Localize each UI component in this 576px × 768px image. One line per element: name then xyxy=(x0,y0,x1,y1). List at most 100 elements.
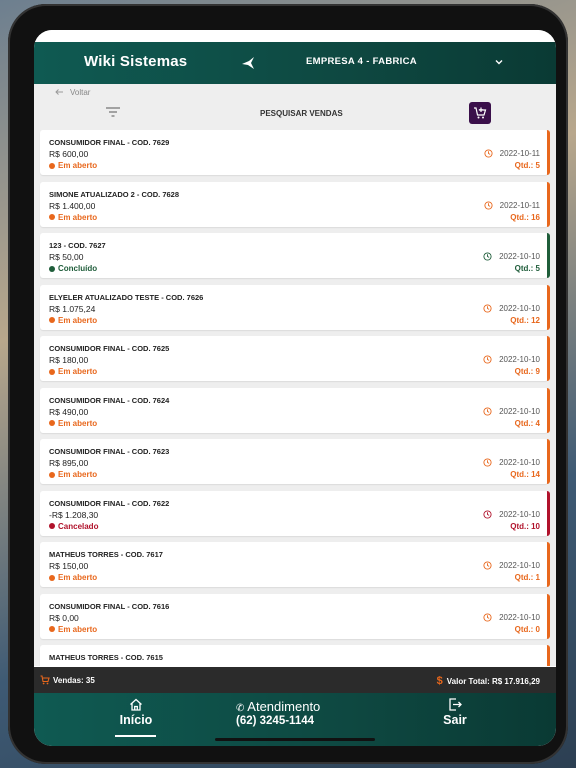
sale-title: 123 - COD. 7627 xyxy=(49,241,106,250)
sale-status-label: Concluído xyxy=(58,264,98,273)
status-color-bar xyxy=(547,645,550,666)
phone-icon: ✆ xyxy=(236,703,245,714)
sale-amount: R$ 895,00 xyxy=(49,458,89,468)
sale-date-label: 2022-10-11 xyxy=(499,149,540,158)
sales-count: Vendas: 35 xyxy=(40,675,95,685)
app-screen: Wiki Sistemas EMPRESA 4 - FABRICA Voltar… xyxy=(34,30,556,746)
tab-home[interactable]: Início xyxy=(115,698,156,737)
sale-date-label: 2022-10-10 xyxy=(499,458,540,467)
sale-status-label: Em aberto xyxy=(58,315,98,325)
tab-support[interactable]: ✆ Atendimento (62) 3245-1144 xyxy=(236,699,320,727)
sale-status: Em aberto xyxy=(49,367,97,376)
sale-date-label: 2022-10-10 xyxy=(499,612,540,622)
sale-date-label: 2022-10-10 xyxy=(499,509,540,519)
status-dot-icon xyxy=(49,162,55,169)
active-tab-indicator xyxy=(115,735,156,737)
clock-icon xyxy=(484,149,493,158)
sale-amount: R$ 490,00 xyxy=(49,406,89,417)
sale-card[interactable]: CONSUMIDOR FINAL - COD. 7622 -R$ 1.208,30… xyxy=(40,490,550,536)
clock-icon xyxy=(483,561,492,570)
status-dot-icon xyxy=(49,317,55,323)
sale-amount: R$ 600,00 xyxy=(49,149,89,159)
sale-date-label: 2022-10-10 xyxy=(499,406,540,416)
status-dot-icon xyxy=(49,265,55,272)
sale-status: Cancelado xyxy=(49,522,98,531)
clock-icon xyxy=(484,200,493,210)
sale-status-label: Cancelado xyxy=(58,521,99,531)
back-label: Voltar xyxy=(70,87,91,97)
tablet-frame: Wiki Sistemas EMPRESA 4 - FABRICA Voltar… xyxy=(8,4,568,764)
sale-quantity: Qtd.: 0 xyxy=(514,624,540,634)
sale-title: CONSUMIDOR FINAL - COD. 7624 xyxy=(49,395,170,405)
sale-card[interactable]: SIMONE ATUALIZADO 2 - COD. 7628 R$ 1.400,… xyxy=(40,181,550,227)
sale-amount: R$ 180,00 xyxy=(49,355,89,365)
clock-icon xyxy=(483,509,492,519)
sale-card[interactable]: MATHEUS TORRES - COD. 7615 xyxy=(40,645,550,666)
sale-status-label: Em aberto xyxy=(58,470,98,479)
sale-title: SIMONE ATUALIZADO 2 - COD. 7628 xyxy=(49,189,180,199)
sale-card[interactable]: CONSUMIDOR FINAL - COD. 7623 R$ 895,00 Em … xyxy=(40,439,550,484)
sales-count-label: Vendas: 35 xyxy=(53,675,95,685)
sale-title: CONSUMIDOR FINAL - COD. 7616 xyxy=(49,601,170,611)
sale-title: MATHEUS TORRES - COD. 7615 xyxy=(49,653,163,662)
status-color-bar xyxy=(547,593,550,639)
filter-icon[interactable] xyxy=(105,106,121,118)
status-color-bar xyxy=(547,387,550,433)
sale-quantity: Qtd.: 10 xyxy=(510,521,540,531)
sale-title: ELYELER ATUALIZADO TESTE - COD. 7626 xyxy=(49,292,204,302)
status-color-bar xyxy=(547,284,550,330)
app-title: Wiki Sistemas xyxy=(84,53,188,70)
home-icon xyxy=(130,698,142,711)
sale-date: 2022-10-10 xyxy=(483,304,540,313)
sale-title: MATHEUS TORRES - COD. 7617 xyxy=(49,550,163,559)
search-sales-label[interactable]: PESQUISAR VENDAS xyxy=(260,109,343,118)
clock-icon xyxy=(483,303,492,313)
sale-card[interactable]: CONSUMIDOR FINAL - COD. 7616 R$ 0,00 Em ab… xyxy=(40,593,550,639)
sale-title: CONSUMIDOR FINAL - COD. 7623 xyxy=(49,447,170,456)
sale-quantity: Qtd.: 12 xyxy=(510,315,540,325)
status-dot-icon xyxy=(49,420,55,426)
sale-card[interactable]: 123 - COD. 7627 R$ 50,00 Concluído 2022-10-… xyxy=(40,233,550,278)
sale-date: 2022-10-10 xyxy=(483,561,540,570)
sale-status-label: Em aberto xyxy=(58,212,98,222)
status-dot-icon xyxy=(49,214,55,220)
back-button[interactable]: Voltar xyxy=(54,87,90,97)
status-color-bar xyxy=(547,233,550,278)
clock-icon xyxy=(483,612,492,622)
tab-support-label: Atendimento xyxy=(247,699,321,714)
new-sale-cart-button[interactable] xyxy=(469,102,491,124)
tab-exit[interactable]: Sair xyxy=(440,698,470,727)
clock-icon xyxy=(483,458,492,467)
status-dot-icon xyxy=(49,471,55,478)
company-selector[interactable]: EMPRESA 4 - FABRICA xyxy=(306,56,417,67)
arrow-left-icon xyxy=(55,89,63,95)
sale-date: 2022-10-10 xyxy=(483,407,540,416)
sale-status: Em aberto xyxy=(49,625,97,634)
sale-amount: R$ 1.075,24 xyxy=(49,303,96,314)
sale-date: 2022-10-10 xyxy=(483,613,540,622)
sale-status-label: Em aberto xyxy=(58,573,98,582)
sale-date: 2022-10-11 xyxy=(484,149,540,158)
sale-date: 2022-10-10 xyxy=(483,458,540,467)
sale-amount: R$ 50,00 xyxy=(49,252,84,262)
sale-card[interactable]: MATHEUS TORRES - COD. 7617 R$ 150,00 Em ab… xyxy=(40,542,550,587)
sale-card[interactable]: ELYELER ATUALIZADO TESTE - COD. 7626 R$ 1… xyxy=(40,284,550,330)
chevron-down-icon[interactable] xyxy=(493,56,505,68)
sale-status-label: Em aberto xyxy=(58,161,98,170)
sale-quantity: Qtd.: 9 xyxy=(514,367,540,376)
sale-status: Em aberto xyxy=(49,470,97,479)
status-dot-icon xyxy=(49,626,55,632)
logout-icon xyxy=(449,698,462,711)
cart-add-icon xyxy=(474,107,487,119)
sale-card[interactable]: CONSUMIDOR FINAL - COD. 7625 R$ 180,00 Em … xyxy=(40,336,550,381)
sale-quantity: Qtd.: 16 xyxy=(510,212,540,222)
sale-card[interactable]: CONSUMIDOR FINAL - COD. 7624 R$ 490,00 Em … xyxy=(40,387,550,433)
sale-title: CONSUMIDOR FINAL - COD. 7629 xyxy=(49,138,170,147)
sales-list[interactable]: CONSUMIDOR FINAL - COD. 7629 R$ 600,00 Em … xyxy=(34,128,556,666)
sale-quantity: Qtd.: 14 xyxy=(510,470,540,479)
sale-date: 2022-10-10 xyxy=(483,355,540,364)
sale-card[interactable]: CONSUMIDOR FINAL - COD. 7629 R$ 600,00 Em … xyxy=(40,130,550,175)
sale-amount: R$ 0,00 xyxy=(49,612,79,623)
sales-summary-bar: Vendas: 35 $ Valor Total: R$ 17.916,29 xyxy=(34,667,556,693)
status-color-bar xyxy=(547,439,550,484)
